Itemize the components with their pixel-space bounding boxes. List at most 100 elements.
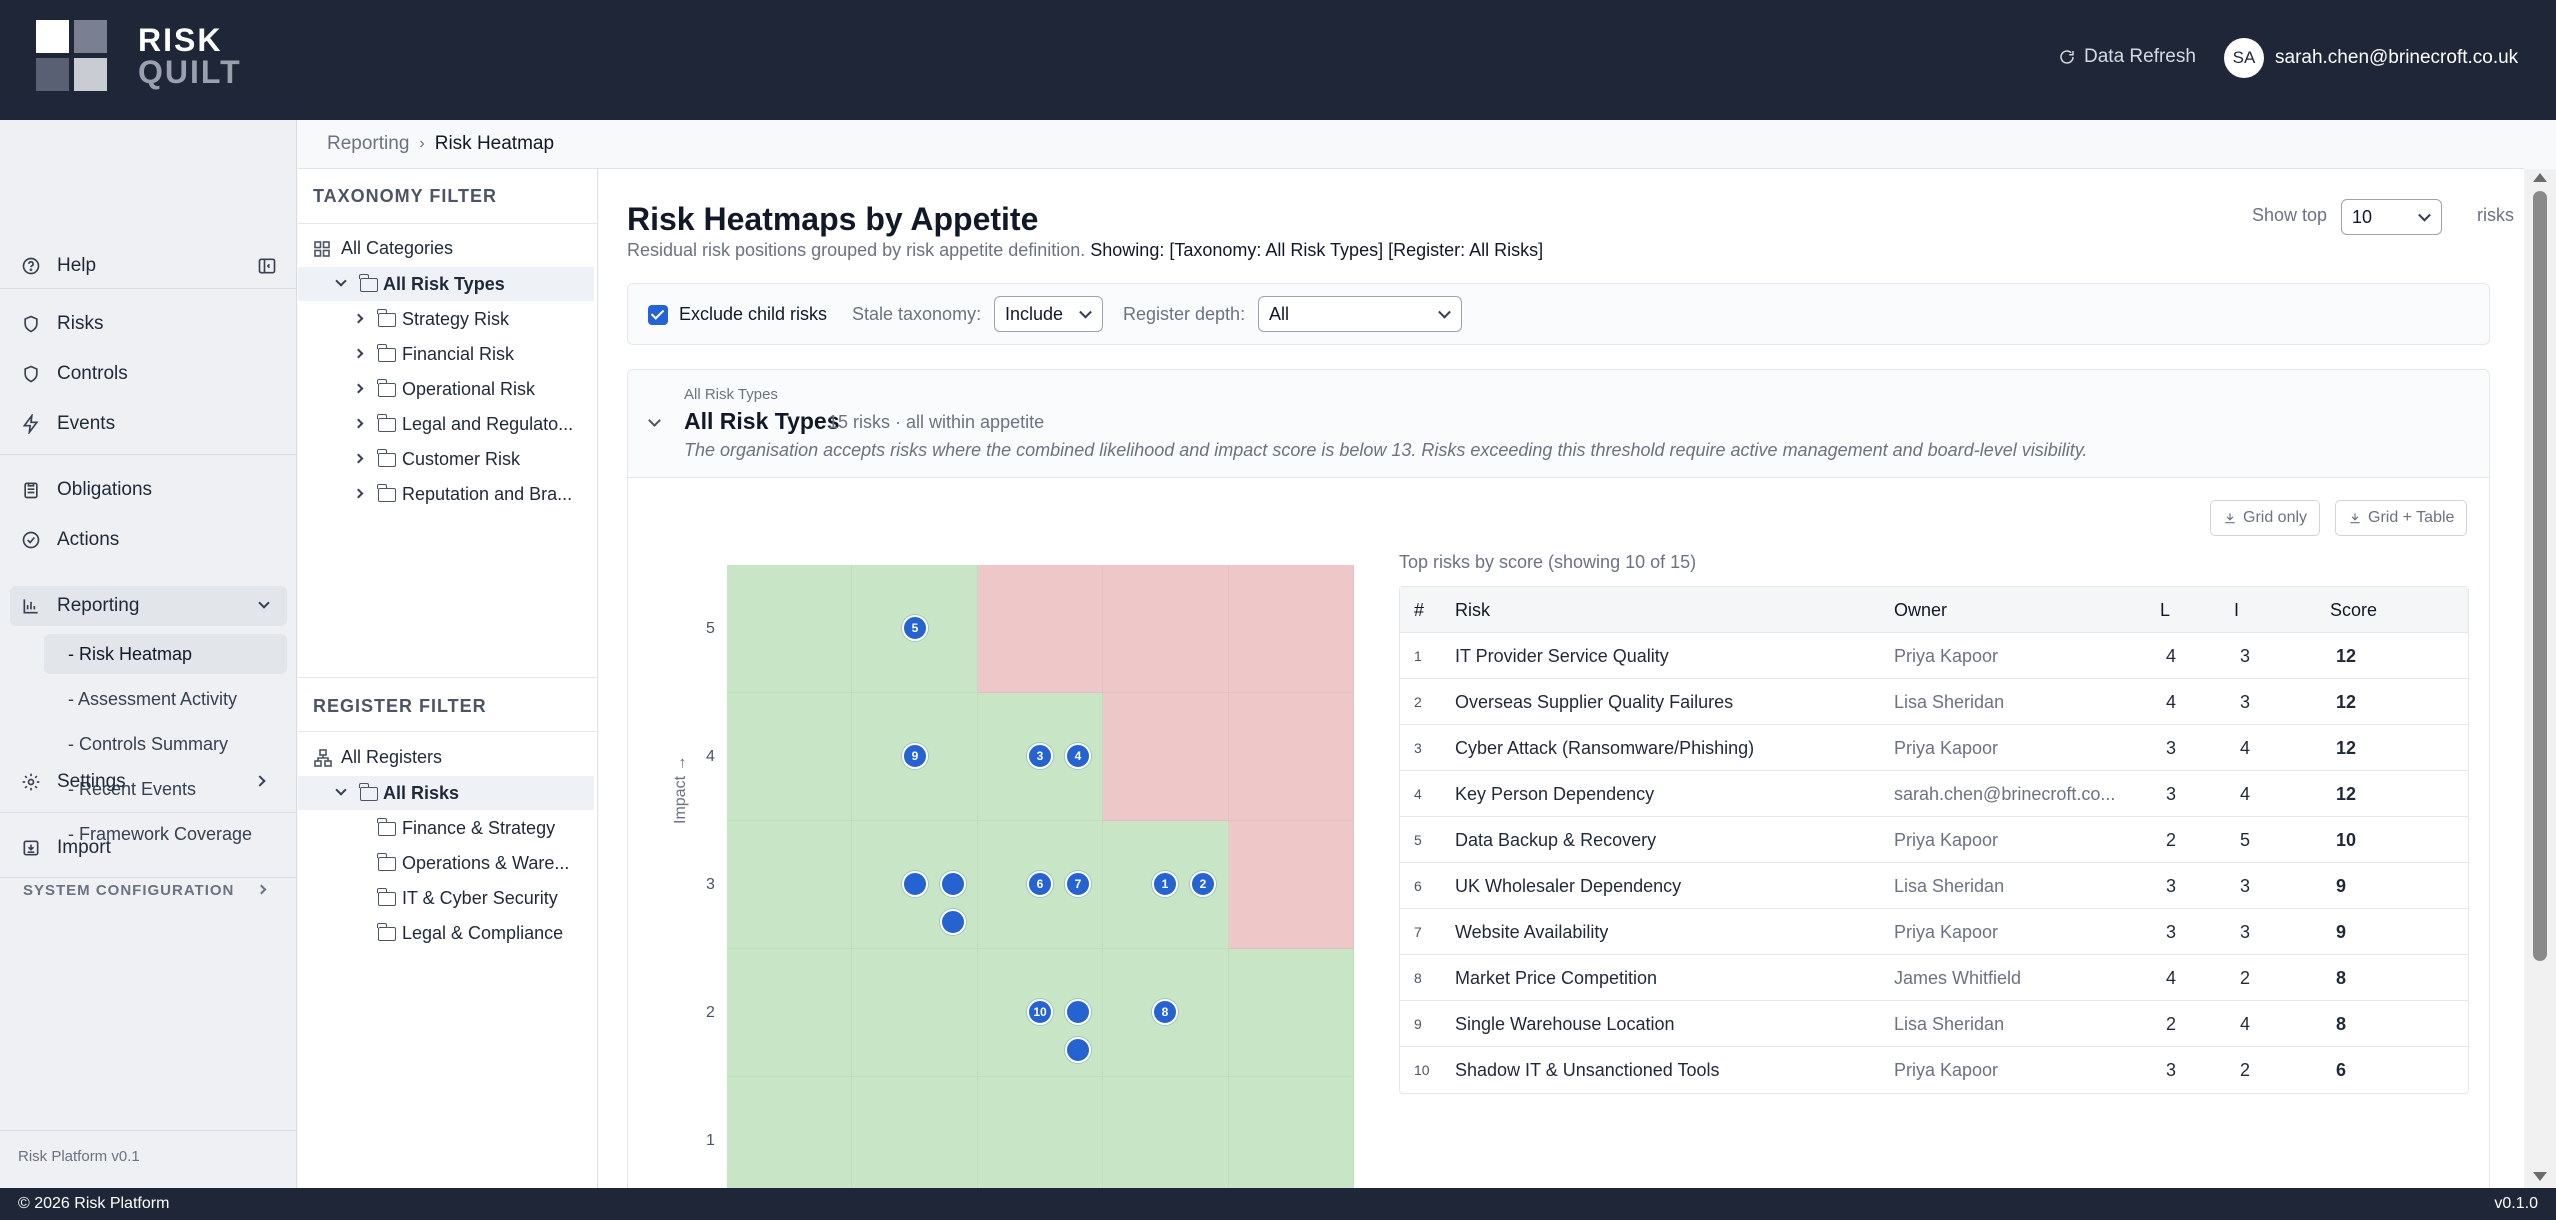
collapse-sidebar-icon[interactable] — [257, 256, 277, 276]
heatmap-cell[interactable] — [852, 1077, 978, 1188]
heatmap-cell[interactable] — [1103, 1077, 1229, 1188]
taxonomy-node[interactable]: Financial Risk — [298, 337, 594, 371]
register-all-registers[interactable]: All Registers — [298, 740, 594, 774]
sidebar-subitem-risk-heatmap[interactable]: - Risk Heatmap — [44, 634, 287, 674]
table-cell: Cyber Attack (Ransomware/Phishing) — [1455, 738, 1755, 758]
sidebar-item-settings[interactable]: Settings — [0, 762, 297, 802]
register-node[interactable]: Legal & Compliance — [298, 916, 594, 950]
scroll-thumb[interactable] — [2533, 191, 2547, 961]
chevron-right-icon[interactable] — [353, 453, 364, 464]
heatmap-cell[interactable] — [1228, 693, 1354, 821]
taxonomy-node[interactable]: Legal and Regulato... — [298, 407, 594, 441]
scroll-up-icon[interactable] — [2533, 173, 2547, 182]
exclude-child-checkbox[interactable] — [648, 305, 668, 325]
user-email[interactable]: sarah.chen@brinecroft.co.uk — [2275, 47, 2518, 69]
heatmap-cell[interactable] — [727, 565, 853, 693]
risk-marker[interactable]: 4 — [1065, 743, 1091, 769]
risk-marker[interactable]: 3 — [1027, 743, 1053, 769]
table-row[interactable]: 9 Single Warehouse Location Lisa Sheridan 2… — [1400, 1001, 2468, 1047]
table-row[interactable]: 7 Website Availability Priya Kapoor 3 3 9 — [1400, 909, 2468, 955]
show-top-select[interactable]: 10 — [2341, 199, 2442, 235]
heatmap-cell[interactable] — [1228, 565, 1354, 693]
y-axis-label: Impact → — [672, 755, 689, 824]
register-node[interactable]: IT & Cyber Security — [298, 881, 594, 915]
risk-marker[interactable]: 10 — [1027, 999, 1053, 1025]
heatmap-cell[interactable] — [852, 949, 978, 1077]
sidebar-item-risks[interactable]: Risks — [0, 304, 297, 344]
sidebar-item-events[interactable]: Events — [0, 404, 297, 444]
stale-taxonomy-select[interactable]: Include — [994, 296, 1103, 332]
table-cell: 3 — [2240, 646, 2251, 666]
risk-marker[interactable]: 7 — [1065, 871, 1091, 897]
heatmap-cell[interactable] — [727, 1077, 853, 1188]
table-cell: 9 — [2336, 876, 2347, 896]
section-header[interactable]: All Risk Types All Risk Types 15 risks ·… — [628, 370, 2489, 478]
risk-marker[interactable] — [902, 871, 928, 897]
sidebar-item-reporting[interactable]: Reporting — [10, 586, 287, 626]
table-row[interactable]: 10 Shadow IT & Unsanctioned Tools Priya Ka… — [1400, 1047, 2468, 1093]
taxonomy-all-categories[interactable]: All Categories — [298, 231, 594, 265]
register-all-risks[interactable]: All Risks — [298, 776, 594, 810]
heatmap-cell[interactable] — [1228, 1077, 1354, 1188]
risk-marker[interactable] — [1065, 1037, 1091, 1063]
taxonomy-node[interactable]: Customer Risk — [298, 442, 594, 476]
sidebar-subitem-controls-summary[interactable]: - Controls Summary — [44, 724, 287, 764]
table-row[interactable]: 2 Overseas Supplier Quality Failures Lisa … — [1400, 679, 2468, 725]
heatmap-cell[interactable] — [727, 949, 853, 1077]
taxonomy-node[interactable]: Reputation and Bra... — [298, 477, 594, 511]
heatmap-cell[interactable] — [1228, 949, 1354, 1077]
exclude-child-label[interactable]: Exclude child risks — [679, 304, 827, 325]
system-configuration-toggle[interactable]: SYSTEM CONFIGURATION — [23, 882, 234, 899]
table-row[interactable]: 5 Data Backup & Recovery Priya Kapoor 2 5 10 — [1400, 817, 2468, 863]
risk-marker[interactable]: 6 — [1027, 871, 1053, 897]
sidebar-item-actions[interactable]: Actions — [0, 520, 297, 560]
risk-marker[interactable]: 1 — [1152, 871, 1178, 897]
risk-marker[interactable]: 5 — [902, 615, 928, 641]
risk-marker[interactable]: 2 — [1190, 871, 1216, 897]
chevron-right-icon[interactable] — [353, 488, 364, 499]
download-icon — [2225, 513, 2235, 524]
table-row[interactable]: 6 UK Wholesaler Dependency Lisa Sheridan 3 3… — [1400, 863, 2468, 909]
chevron-right-icon[interactable] — [353, 348, 364, 359]
data-refresh-button[interactable]: Data Refresh — [2058, 46, 2196, 68]
heatmap-cell[interactable] — [727, 821, 853, 949]
sidebar-subitem-assessment-activity[interactable]: - Assessment Activity — [44, 679, 287, 719]
risk-marker[interactable]: 9 — [902, 743, 928, 769]
taxonomy-node[interactable]: Operational Risk — [298, 372, 594, 406]
heatmap-cell[interactable] — [1103, 693, 1229, 821]
main-scrollbar[interactable] — [2524, 169, 2556, 1188]
chevron-right-icon[interactable] — [353, 313, 364, 324]
heatmap-cell[interactable] — [727, 693, 853, 821]
table-row[interactable]: 8 Market Price Competition James Whitfield… — [1400, 955, 2468, 1001]
sidebar-item-obligations[interactable]: Obligations — [0, 470, 297, 510]
risk-marker[interactable]: 8 — [1152, 999, 1178, 1025]
grid-only-button[interactable]: Grid only — [2210, 500, 2321, 536]
table-row[interactable]: 4 Key Person Dependency sarah.chen@brinecr… — [1400, 771, 2468, 817]
breadcrumb-reporting[interactable]: Reporting — [327, 133, 409, 155]
table-row[interactable]: 3 Cyber Attack (Ransomware/Phishing) Priya… — [1400, 725, 2468, 771]
table-row[interactable]: 1 IT Provider Service Quality Priya Kapoor… — [1400, 633, 2468, 679]
heatmap-cell[interactable] — [1103, 565, 1229, 693]
table-cell: UK Wholesaler Dependency — [1455, 876, 1682, 896]
scroll-down-icon[interactable] — [2533, 1172, 2547, 1181]
platform-version: Risk Platform v0.1 — [18, 1148, 140, 1165]
heatmap-cell[interactable] — [977, 565, 1104, 693]
risk-marker[interactable] — [940, 909, 966, 935]
chevron-down-icon[interactable] — [648, 414, 661, 427]
sidebar-item-help[interactable]: Help — [0, 246, 297, 286]
register-node[interactable]: Operations & Ware... — [298, 846, 594, 880]
risk-marker[interactable] — [940, 871, 966, 897]
sidebar-item-import[interactable]: Import — [0, 828, 297, 868]
sidebar-item-controls[interactable]: Controls — [0, 354, 297, 394]
taxonomy-all-risk-types[interactable]: All Risk Types — [298, 267, 594, 301]
chevron-right-icon[interactable] — [353, 383, 364, 394]
heatmap-cell[interactable] — [1228, 821, 1354, 949]
heatmap-cell[interactable] — [977, 1077, 1104, 1188]
chevron-right-icon[interactable] — [353, 418, 364, 429]
register-node[interactable]: Finance & Strategy — [298, 811, 594, 845]
register-depth-select[interactable]: All — [1258, 296, 1462, 332]
taxonomy-node[interactable]: Strategy Risk — [298, 302, 594, 336]
grid-table-button[interactable]: Grid + Table — [2335, 500, 2468, 536]
risk-marker[interactable] — [1065, 999, 1091, 1025]
avatar[interactable]: SA — [2224, 38, 2264, 78]
